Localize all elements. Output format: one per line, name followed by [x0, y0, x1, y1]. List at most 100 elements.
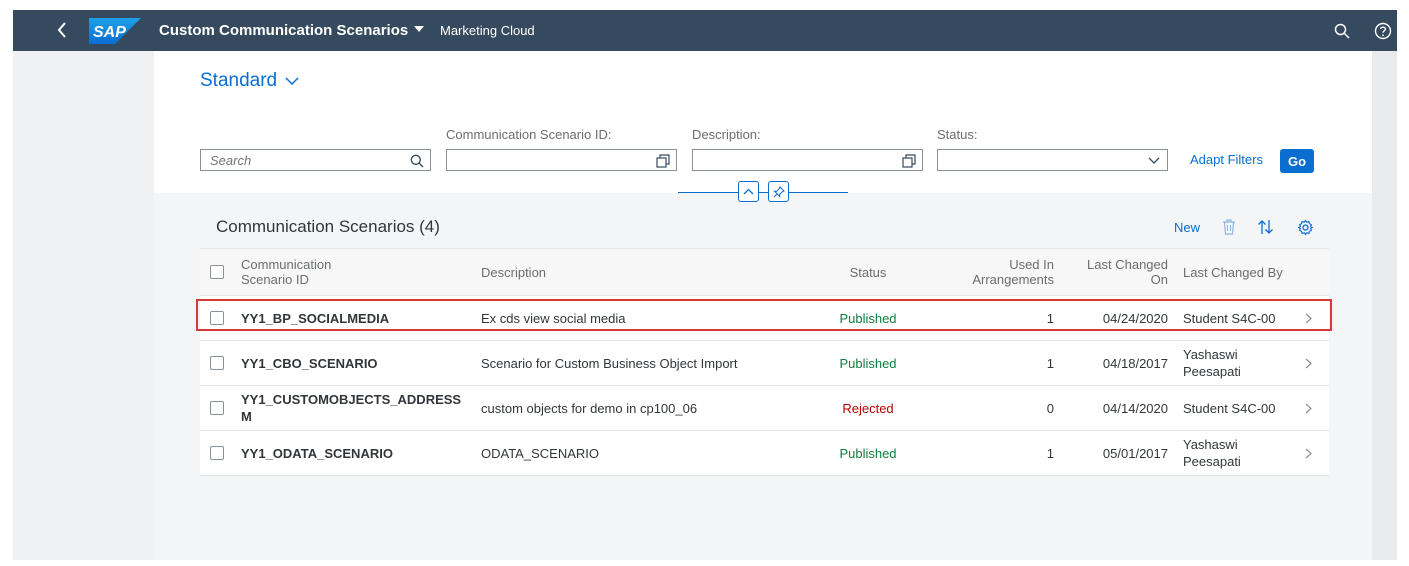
changed-by-line1: Student S4C-00 — [1183, 310, 1276, 326]
used-in-arrangements: 1 — [1046, 355, 1054, 371]
page-content: Standard Communication Scenario ID: Desc… — [154, 51, 1372, 560]
select-all-checkbox[interactable] — [210, 265, 224, 279]
scenario-id-label: Communication Scenario ID: — [446, 127, 612, 142]
chevron-right-icon[interactable] — [1305, 296, 1319, 340]
description-field[interactable] — [692, 149, 923, 171]
sort-icon[interactable] — [1257, 218, 1275, 236]
adapt-filters-link[interactable]: Adapt Filters — [1190, 152, 1263, 167]
col-header-description[interactable]: Description — [481, 249, 781, 295]
settings-icon[interactable] — [1296, 218, 1314, 236]
chevron-up-icon — [743, 188, 754, 195]
value-help-icon[interactable] — [901, 153, 916, 168]
pin-icon — [772, 185, 785, 198]
right-background — [1372, 51, 1397, 560]
description: Scenario for Custom Business Object Impo… — [481, 355, 738, 371]
last-changed-by: Yashaswi Peesapati — [1183, 341, 1303, 385]
status: Rejected — [842, 400, 894, 416]
chevron-right-icon[interactable] — [1305, 341, 1319, 385]
status: Published — [839, 310, 897, 326]
row-checkbox[interactable] — [210, 311, 224, 325]
table-row[interactable]: YY1_ODATA_SCENARIO ODATA_SCENARIO Publis… — [200, 431, 1329, 476]
table-row[interactable]: YY1_CBO_SCENARIO Scenario for Custom Bus… — [200, 341, 1329, 386]
scenario-id: YY1_CBO_SCENARIO — [241, 355, 378, 371]
back-icon[interactable] — [51, 19, 73, 41]
app-subtitle: Marketing Cloud — [440, 23, 535, 38]
last-changed-by: Student S4C-00 — [1183, 386, 1303, 430]
logo-text: SAP — [93, 24, 126, 41]
row-checkbox-cell — [210, 341, 226, 385]
last-changed-on: 04/18/2017 — [1102, 355, 1168, 371]
row-checkbox-cell — [210, 386, 226, 430]
col-header-changed-on-line1: Last Changed — [1087, 257, 1168, 272]
description-label: Description: — [692, 127, 761, 142]
caret-down-icon — [414, 26, 425, 33]
new-button[interactable]: New — [1174, 220, 1200, 235]
search-icon[interactable] — [1332, 21, 1352, 41]
col-header-changed-by[interactable]: Last Changed By — [1183, 249, 1303, 295]
description: ODATA_SCENARIO — [481, 445, 599, 461]
collapse-header-button[interactable] — [738, 181, 759, 202]
col-header-status[interactable]: Status — [800, 249, 936, 295]
shell-bar: SAP Custom Communication Scenarios Marke… — [13, 10, 1397, 51]
changed-by-line1: Yashaswi — [1183, 347, 1238, 362]
used-in-arrangements: 1 — [1046, 445, 1054, 461]
select-all-cell — [210, 249, 226, 295]
col-header-changed-on[interactable]: Last Changed On — [1070, 249, 1168, 295]
chevron-down-icon[interactable] — [1146, 153, 1161, 168]
changed-by-line1: Student S4C-00 — [1183, 400, 1276, 416]
help-icon[interactable] — [1373, 21, 1393, 41]
row-checkbox-cell — [210, 431, 226, 475]
left-background — [13, 51, 154, 560]
col-header-id[interactable]: Communication Scenario ID — [241, 249, 461, 295]
search-field[interactable] — [200, 149, 431, 171]
changed-by-line1: Yashaswi — [1183, 437, 1238, 452]
col-header-used-line1: Used In — [1009, 257, 1054, 272]
row-checkbox-cell — [210, 296, 226, 340]
description: Ex cds view social media — [481, 310, 626, 326]
scenario-id-cell: YY1_CUSTOMOBJECTS_ADDRESS M — [241, 386, 471, 430]
search-icon[interactable] — [409, 153, 424, 168]
go-button[interactable]: Go — [1280, 149, 1314, 173]
value-help-icon[interactable] — [655, 153, 670, 168]
app-title-menu[interactable]: Custom Communication Scenarios — [159, 22, 425, 39]
variant-label: Standard — [200, 70, 278, 91]
used-in-arrangements: 1 — [1046, 310, 1054, 326]
last-changed-on: 04/24/2020 — [1102, 310, 1168, 326]
last-changed-on: 05/01/2017 — [1102, 445, 1168, 461]
sap-logo[interactable]: SAP — [89, 18, 141, 44]
last-changed-by: Yashaswi Peesapati — [1183, 431, 1303, 475]
col-header-used-line2: Arrangements — [972, 272, 1054, 287]
app-title: Custom Communication Scenarios — [159, 22, 409, 39]
scenario-id-field[interactable] — [446, 149, 677, 171]
changed-by-line2: Peesapati — [1183, 364, 1241, 379]
chevron-right-icon[interactable] — [1305, 386, 1319, 430]
scenario-id-cell: YY1_ODATA_SCENARIO — [241, 431, 471, 475]
status: Published — [839, 445, 897, 461]
delete-icon[interactable] — [1220, 218, 1238, 236]
table-row[interactable]: YY1_BP_SOCIALMEDIA Ex cds view social me… — [200, 296, 1329, 341]
scenario-id: YY1_ODATA_SCENARIO — [241, 445, 393, 461]
scenario-id: YY1_CUSTOMOBJECTS_ADDRESS — [241, 392, 462, 407]
status-select[interactable] — [937, 149, 1168, 171]
changed-by-line2: Peesapati — [1183, 454, 1241, 469]
search-input[interactable] — [201, 150, 400, 170]
header-divider — [678, 192, 848, 193]
table-row[interactable]: YY1_CUSTOMOBJECTS_ADDRESS M custom object… — [200, 386, 1329, 431]
pin-header-button[interactable] — [768, 181, 789, 202]
row-checkbox[interactable] — [210, 401, 224, 415]
scenario-id-cell: YY1_BP_SOCIALMEDIA — [241, 296, 471, 340]
description: custom objects for demo in cp100_06 — [481, 400, 698, 416]
col-header-id-line1: Communication — [241, 257, 332, 272]
col-header-changed-on-line2: On — [1150, 272, 1168, 287]
col-header-id-line2: Scenario ID — [241, 272, 309, 287]
last-changed-on: 04/14/2020 — [1102, 400, 1168, 416]
status: Published — [839, 355, 897, 371]
last-changed-by: Student S4C-00 — [1183, 296, 1303, 340]
variant-selector[interactable]: Standard — [200, 70, 299, 92]
scenario-id-wrap: M — [241, 409, 252, 424]
col-header-used[interactable]: Used In Arrangements — [950, 249, 1054, 295]
chevron-right-icon[interactable] — [1305, 431, 1319, 475]
table-header-row: Communication Scenario ID Description Sta… — [200, 248, 1329, 296]
row-checkbox[interactable] — [210, 446, 224, 460]
row-checkbox[interactable] — [210, 356, 224, 370]
